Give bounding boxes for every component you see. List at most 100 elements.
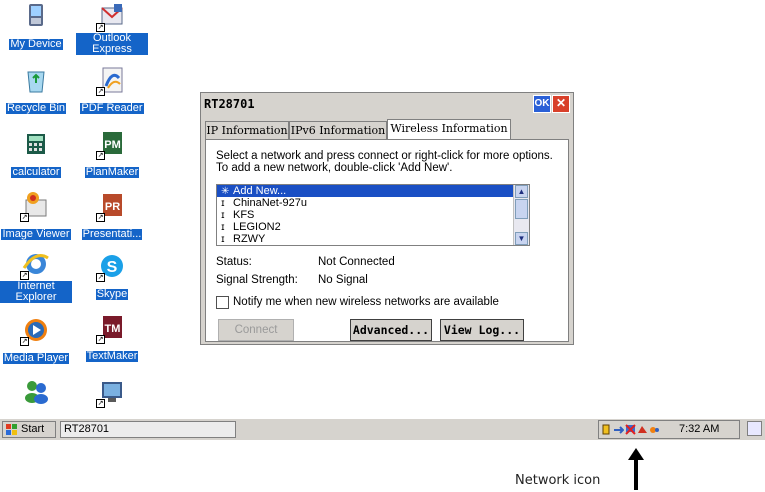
- video-player-icon: ↗: [96, 376, 128, 408]
- view-log-button[interactable]: View Log...: [440, 319, 524, 341]
- instructions-text: Select a network and press connect or ri…: [216, 150, 553, 174]
- notify-label: Notify me when new wireless networks are…: [233, 296, 499, 308]
- shortcut-arrow-icon: ↗: [20, 337, 29, 346]
- pdf-reader-icon: ↗: [96, 64, 128, 96]
- windows-flag-icon: [6, 424, 17, 435]
- taskbar-item-rt28701[interactable]: RT28701: [60, 421, 236, 438]
- taskbar: Start RT28701 7:32 AM: [0, 418, 765, 440]
- network-list[interactable]: ✳ Add New... ɪ ChinaNet-927u ɪ KFS ɪ LEGION2…: [216, 184, 530, 246]
- svg-text:PR: PR: [105, 201, 120, 213]
- planmaker-icon: PM ↗: [96, 128, 128, 160]
- network-name: LEGION2: [233, 221, 281, 233]
- desktop-icon-presentations[interactable]: PR ↗ Presentati...: [76, 190, 148, 248]
- desktop-icon-outlook-express[interactable]: ↗ Outlook Express: [76, 0, 148, 62]
- tab-ipv6-information[interactable]: IPv6 Information: [289, 121, 387, 139]
- svg-text:S: S: [107, 259, 118, 276]
- network-name: Add New...: [233, 185, 287, 197]
- icon-label: PlanMaker: [84, 166, 140, 178]
- icon-label: Outlook Express: [76, 33, 148, 55]
- icon-label: PDF Reader: [80, 102, 144, 114]
- icon-label: Presentati...: [81, 228, 143, 240]
- scroll-up-icon[interactable]: ▲: [515, 185, 528, 198]
- desktop-icon-textmaker[interactable]: TM ↗ TextMaker: [76, 312, 148, 370]
- image-viewer-icon: ↗: [20, 190, 52, 222]
- desktop-icon-messenger[interactable]: [0, 376, 72, 418]
- signal-strength-value: No Signal: [318, 274, 368, 286]
- presentations-icon: PR ↗: [96, 190, 128, 222]
- network-item[interactable]: ɪ LEGION2: [217, 221, 529, 233]
- desktop-icon-image-viewer[interactable]: ↗ Image Viewer: [0, 190, 72, 252]
- my-device-icon: [20, 0, 52, 32]
- network-item[interactable]: ɪ KFS: [217, 209, 529, 221]
- network-name: KFS: [233, 209, 255, 221]
- show-desktop-icon[interactable]: [747, 421, 762, 436]
- desktop-icon-video-player[interactable]: ↗: [76, 376, 148, 418]
- icon-label: calculator: [11, 166, 61, 178]
- start-button[interactable]: Start: [2, 421, 56, 438]
- desktop-icon-calculator[interactable]: calculator: [0, 128, 72, 186]
- skype-icon: S ↗: [96, 250, 128, 282]
- wireless-status-icon[interactable]: [637, 424, 648, 435]
- outlook-express-icon: ↗: [96, 0, 128, 32]
- desktop-icon-planmaker[interactable]: PM ↗ PlanMaker: [76, 128, 148, 186]
- network-name: ChinaNet-927u: [233, 197, 307, 209]
- dialog-title: RT28701: [204, 97, 255, 111]
- messenger-icon: [20, 376, 52, 408]
- icon-label: Media Player: [2, 352, 70, 364]
- usb-connection-icon[interactable]: [613, 424, 624, 435]
- calculator-icon: [20, 128, 52, 160]
- close-button[interactable]: ✕: [552, 95, 570, 113]
- start-label: Start: [21, 423, 45, 435]
- advanced-button[interactable]: Advanced...: [350, 319, 432, 341]
- network-list-scrollbar[interactable]: ▲ ▼: [513, 185, 529, 245]
- connect-button[interactable]: Connect: [218, 319, 294, 341]
- notify-checkbox[interactable]: [216, 296, 229, 309]
- system-tray: 7:32 AM: [598, 420, 740, 439]
- shortcut-arrow-icon: ↗: [96, 23, 105, 32]
- shortcut-arrow-icon: ↗: [96, 151, 105, 160]
- icon-label: TextMaker: [85, 350, 139, 362]
- network-item[interactable]: ɪ RZWY: [217, 233, 529, 245]
- battery-icon[interactable]: [601, 424, 612, 435]
- shortcut-arrow-icon: ↗: [96, 273, 105, 282]
- wifi-network-icon: ɪ: [221, 234, 225, 245]
- svg-text:TM: TM: [105, 323, 121, 335]
- shortcut-arrow-icon: ↗: [20, 271, 29, 280]
- icon-label: My Device: [9, 38, 63, 50]
- scroll-down-icon[interactable]: ▼: [515, 232, 528, 245]
- shortcut-arrow-icon: ↗: [96, 335, 105, 344]
- shortcut-arrow-icon: ↗: [96, 399, 105, 408]
- internet-explorer-icon: ↗: [20, 248, 52, 280]
- textmaker-icon: TM ↗: [96, 312, 128, 344]
- shortcut-arrow-icon: ↗: [20, 213, 29, 222]
- tab-wireless-information[interactable]: Wireless Information: [387, 119, 511, 140]
- annotation-arrow: [634, 458, 638, 490]
- network-icon-annotation: Network icon: [515, 473, 601, 488]
- annotation-arrowhead-icon: [628, 448, 644, 460]
- scroll-thumb[interactable]: [515, 199, 528, 219]
- network-name: RZWY: [233, 233, 266, 245]
- desktop-icon-pdf-reader[interactable]: ↗ PDF Reader: [76, 64, 148, 122]
- desktop-icon-internet-explorer[interactable]: ↗ Internet Explorer: [0, 248, 72, 310]
- icon-label: Image Viewer: [1, 228, 71, 240]
- input-method-icon[interactable]: [649, 424, 660, 435]
- desktop-icon-recycle-bin[interactable]: Recycle Bin: [0, 64, 72, 122]
- desktop-icon-my-device[interactable]: My Device: [0, 0, 72, 58]
- desktop-icon-skype[interactable]: S ↗ Skype: [76, 250, 148, 308]
- icon-label: Recycle Bin: [5, 102, 67, 114]
- clock[interactable]: 7:32 AM: [679, 423, 719, 435]
- network-item[interactable]: ɪ ChinaNet-927u: [217, 197, 529, 209]
- svg-text:PM: PM: [104, 139, 121, 151]
- icon-label: Skype: [95, 288, 129, 300]
- desktop-icon-media-player[interactable]: ↗ Media Player: [0, 314, 72, 372]
- ok-button[interactable]: OK: [533, 95, 551, 113]
- network-item-add-new[interactable]: ✳ Add New...: [217, 185, 529, 197]
- wireless-panel: Select a network and press connect or ri…: [205, 139, 569, 342]
- dialog-titlebar[interactable]: RT28701 OK ✕: [201, 93, 573, 115]
- tab-ip-information[interactable]: IP Information: [205, 121, 289, 139]
- wireless-dialog: RT28701 OK ✕ IP Information IPv6 Informa…: [200, 92, 574, 345]
- shortcut-arrow-icon: ↗: [96, 213, 105, 222]
- media-player-icon: ↗: [20, 314, 52, 346]
- desktop: My Device Recycle Bin calculator ↗ Image…: [0, 0, 765, 418]
- network-icon[interactable]: [625, 424, 636, 435]
